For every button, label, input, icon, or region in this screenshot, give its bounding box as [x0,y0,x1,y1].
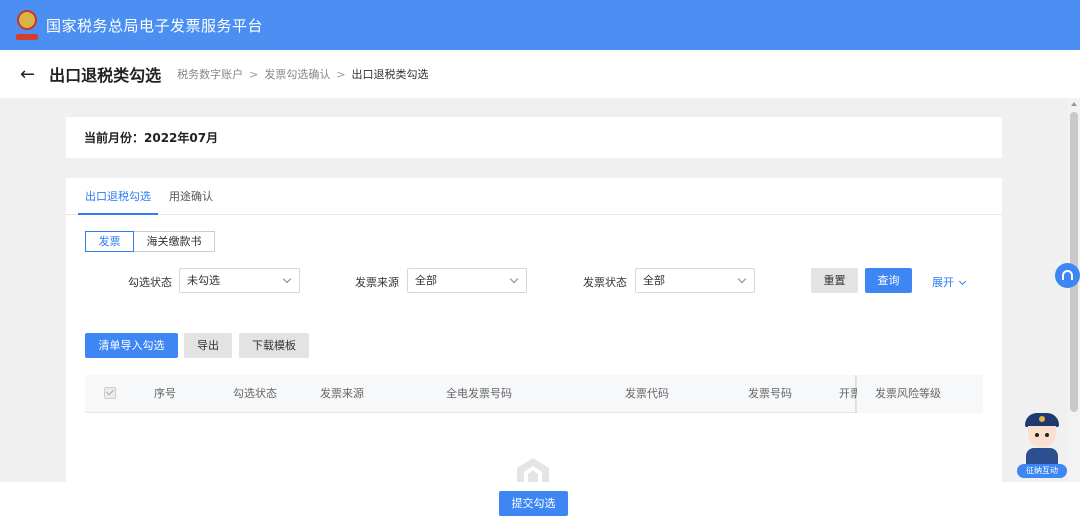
page-header: ← 出口退税类勾选 税务数字账户 > 发票勾选确认 > 出口退税类勾选 [0,50,1080,98]
breadcrumb-item[interactable]: 发票勾选确认 [264,66,330,82]
expand-filters-button[interactable]: 展开 [932,274,967,290]
tab-usage-confirm[interactable]: 用途确认 [169,178,213,215]
download-template-button[interactable]: 下载模板 [239,333,309,358]
fixed-column-header: 发票风险等级 [857,375,983,413]
top-bar: 国家税务总局电子发票服务平台 [0,0,1080,50]
import-list-select-button[interactable]: 清单导入勾选 [85,333,178,358]
main-card: 出口退税勾选 用途确认 发票 海关缴款书 勾选状态 未勾选 发票来源 全部 发票… [66,178,1002,488]
chevron-down-icon [958,277,967,286]
reset-button[interactable]: 重置 [811,268,858,293]
column-header: 发票来源 [320,387,364,400]
tab-bar: 出口退税勾选 用途确认 [66,178,1002,215]
assistant-label: 征纳互动 [1017,464,1067,478]
invoice-status-label: 发票状态 [583,276,627,289]
select-status-label: 勾选状态 [128,276,172,289]
select-status-dropdown[interactable]: 未勾选 [179,268,300,293]
chevron-down-icon [737,274,747,284]
invoice-status-dropdown[interactable]: 全部 [635,268,755,293]
breadcrumb-item[interactable]: 税务数字账户 [177,66,243,82]
customer-service-button[interactable] [1055,263,1080,288]
select-all-checkbox[interactable] [104,387,116,399]
scrollbar-thumb[interactable] [1070,112,1078,412]
column-header: 序号 [154,387,176,400]
current-month-label: 当前月份：2022年07月 [84,131,219,145]
submit-selection-button[interactable]: 提交勾选 [499,491,568,516]
invoice-source-label: 发票来源 [355,276,399,289]
doc-type-invoice[interactable]: 发票 [85,231,134,252]
column-header: 发票风险等级 [875,387,941,400]
breadcrumb-current: 出口退税类勾选 [351,68,429,81]
select-status-value: 未勾选 [187,274,220,287]
tab-export-refund-select[interactable]: 出口退税勾选 [78,178,158,215]
site-title: 国家税务总局电子发票服务平台 [46,16,264,35]
tax-emblem-icon [16,10,38,40]
page-scrollbar[interactable] [1068,98,1080,482]
query-button[interactable]: 查询 [865,268,912,293]
column-header: 全电发票号码 [446,387,512,400]
breadcrumb-separator-icon: > [249,67,259,81]
page-title: 出口退税类勾选 [49,66,162,85]
current-month-card: 当前月份：2022年07月 [66,117,1002,158]
headset-icon [1062,270,1073,280]
expand-label: 展开 [932,276,954,289]
scroll-up-icon[interactable] [1071,102,1077,106]
invoice-source-value: 全部 [415,274,437,287]
column-header: 发票代码 [625,387,669,400]
back-arrow-icon[interactable]: ← [20,64,35,85]
table-header: 序号 勾选状态 发票来源 全电发票号码 发票代码 发票号码 开票 发票风险等级 [85,375,983,413]
chevron-down-icon [282,274,292,284]
export-button[interactable]: 导出 [184,333,232,358]
column-header: 发票号码 [748,387,792,400]
chevron-down-icon [509,274,519,284]
invoice-status-value: 全部 [643,274,665,287]
column-header: 勾选状态 [233,387,277,400]
doc-type-customs-payment[interactable]: 海关缴款书 [133,231,215,252]
empty-data-icon [517,458,549,484]
assistant-avatar[interactable]: 征纳互动 [1017,413,1067,479]
invoice-source-dropdown[interactable]: 全部 [407,268,527,293]
breadcrumb-separator-icon: > [336,67,346,81]
